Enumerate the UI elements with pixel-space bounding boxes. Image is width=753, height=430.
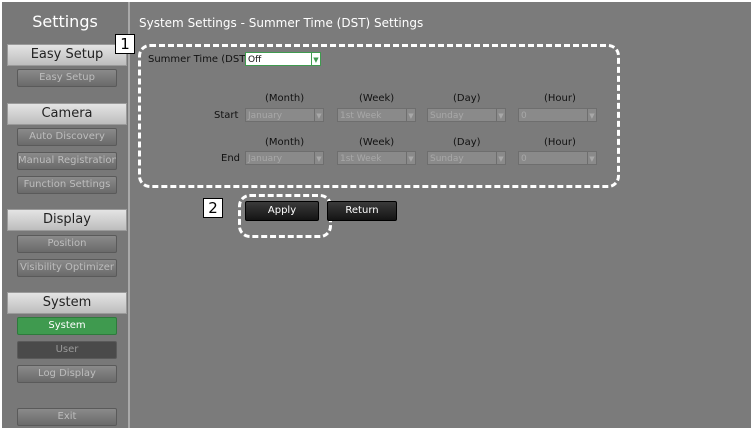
start-hour-select[interactable]: 0 ▼	[518, 108, 597, 122]
chevron-down-icon: ▼	[406, 152, 415, 164]
visibility-optimizer-button[interactable]: Visibility Optimizer	[17, 259, 117, 277]
callout-1: 1	[115, 34, 135, 54]
end-week-select[interactable]: 1st Week ▼	[337, 151, 416, 165]
sidebar: Settings Easy Setup Easy Setup Camera Au…	[2, 2, 130, 428]
start-label: Start	[214, 110, 239, 121]
end-week-value: 1st Week	[340, 154, 382, 164]
day-header-end: (Day)	[453, 137, 481, 148]
end-day-value: Sunday	[430, 154, 464, 164]
settings-window: Settings Easy Setup Easy Setup Camera Au…	[2, 2, 751, 428]
apply-button[interactable]: Apply	[245, 201, 319, 221]
position-button[interactable]: Position	[17, 235, 117, 253]
week-header-start: (Week)	[359, 93, 395, 104]
start-hour-value: 0	[521, 111, 527, 121]
callout-2: 2	[203, 198, 223, 218]
exit-button[interactable]: Exit	[17, 408, 117, 426]
manual-registration-button[interactable]: Manual Registration	[17, 152, 117, 170]
section-system: System	[7, 292, 127, 314]
dst-label: Summer Time (DST)	[148, 54, 250, 65]
section-camera: Camera	[7, 103, 127, 125]
section-easy-setup: Easy Setup	[7, 44, 127, 66]
end-hour-value: 0	[521, 154, 527, 164]
end-hour-select[interactable]: 0 ▼	[518, 151, 597, 165]
end-label: End	[221, 153, 241, 164]
chevron-down-icon: ▼	[587, 152, 596, 164]
start-day-select[interactable]: Sunday ▼	[427, 108, 506, 122]
week-header-end: (Week)	[359, 137, 395, 148]
log-display-button[interactable]: Log Display	[17, 365, 117, 383]
user-button[interactable]: User	[17, 341, 117, 359]
sidebar-title: Settings	[32, 12, 98, 31]
chevron-down-icon: ▼	[496, 109, 505, 121]
chevron-down-icon: ▼	[314, 109, 323, 121]
month-header-end: (Month)	[265, 137, 305, 148]
dst-select[interactable]: Off ▼	[245, 52, 321, 66]
start-month-value: January	[248, 111, 283, 121]
end-day-select[interactable]: Sunday ▼	[427, 151, 506, 165]
start-week-value: 1st Week	[340, 111, 382, 121]
start-week-select[interactable]: 1st Week ▼	[337, 108, 416, 122]
easy-setup-button[interactable]: Easy Setup	[17, 69, 117, 87]
day-header-start: (Day)	[453, 93, 481, 104]
function-settings-button[interactable]: Function Settings	[17, 176, 117, 194]
chevron-down-icon: ▼	[587, 109, 596, 121]
return-button[interactable]: Return	[327, 201, 397, 221]
system-button[interactable]: System	[17, 317, 117, 335]
hour-header-start: (Hour)	[544, 93, 576, 104]
section-display: Display	[7, 209, 127, 231]
chevron-down-icon: ▼	[406, 109, 415, 121]
dst-select-value: Off	[248, 55, 262, 65]
month-header-start: (Month)	[265, 93, 305, 104]
chevron-down-icon: ▼	[314, 152, 323, 164]
chevron-down-icon: ▼	[496, 152, 505, 164]
start-day-value: Sunday	[430, 111, 464, 121]
auto-discovery-button[interactable]: Auto Discovery	[17, 128, 117, 146]
hour-header-end: (Hour)	[544, 137, 576, 148]
end-month-select[interactable]: January ▼	[245, 151, 324, 165]
chevron-down-icon: ▼	[311, 53, 320, 65]
page-title: System Settings - Summer Time (DST) Sett…	[139, 16, 424, 30]
end-month-value: January	[248, 154, 283, 164]
start-month-select[interactable]: January ▼	[245, 108, 324, 122]
